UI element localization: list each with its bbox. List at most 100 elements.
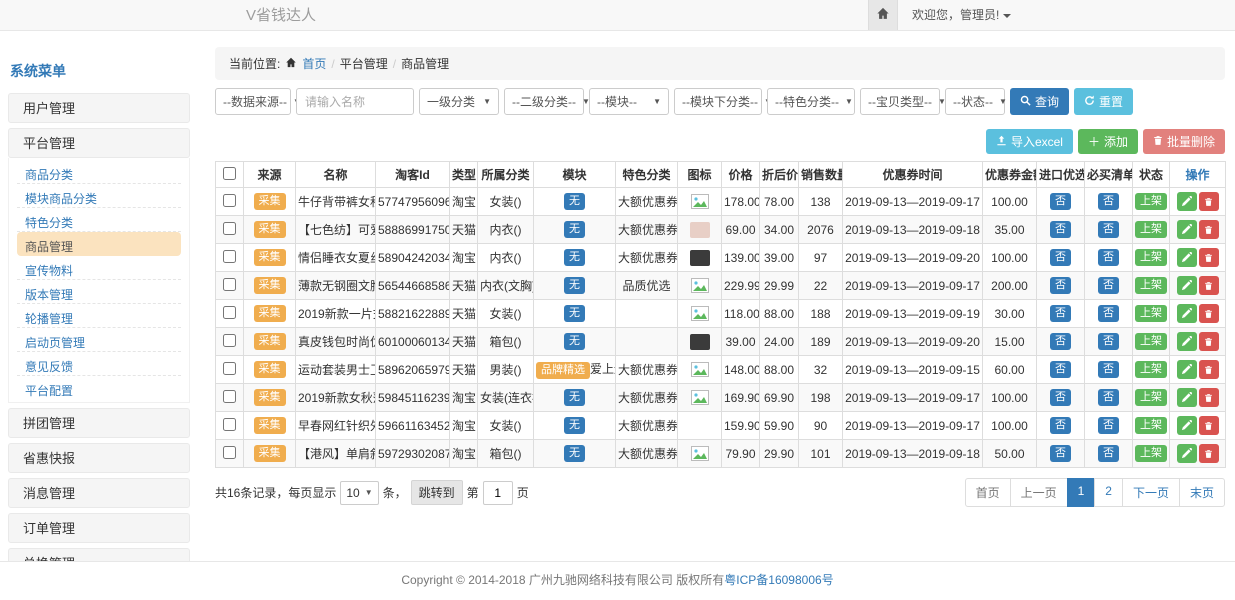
row-checkbox[interactable] [223,362,236,375]
data-source-filter-select[interactable]: --数据来源--▼ [215,88,291,115]
feature-cell [616,300,678,328]
add-button[interactable]: ＋ 添加 [1078,129,1138,154]
delete-button[interactable] [1199,416,1219,435]
delete-button[interactable] [1199,248,1219,267]
module-cell: 无 [534,244,616,272]
name-cell: 运动套装男士卫衣初秋... [296,356,376,384]
column-header-状态: 状态 [1133,162,1170,188]
table-row: 采集情侣睡衣女夏丝绸男士...589042420344淘宝内衣()无大额优惠券1… [216,244,1226,272]
module-badge: 无 [564,221,585,238]
delete-button[interactable] [1199,220,1219,239]
import-optional-cell: 否 [1037,188,1085,216]
delete-button[interactable] [1199,360,1219,379]
page-button-2[interactable]: 2 [1094,478,1123,507]
row-checkbox[interactable] [223,194,236,207]
row-checkbox[interactable] [223,222,236,235]
sidebar-item-轮播管理[interactable]: 轮播管理 [17,304,181,328]
sidebar-group-拼团管理[interactable]: 拼团管理 [8,408,190,438]
feature-category-filter-select[interactable]: --特色分类--▼ [767,88,855,115]
delete-button[interactable] [1199,332,1219,351]
row-checkbox[interactable] [223,250,236,263]
page-number-input[interactable] [483,481,513,505]
module-badge: 无 [564,389,585,406]
checkbox-cell [216,412,244,440]
sidebar-item-启动页管理[interactable]: 启动页管理 [17,328,181,352]
sidebar-item-模块商品分类[interactable]: 模块商品分类 [17,184,181,208]
delete-button[interactable] [1199,192,1219,211]
search-button[interactable]: 查询 [1010,88,1069,115]
sidebar-item-版本管理[interactable]: 版本管理 [17,280,181,304]
taoke-id-cell: 597293020870 [376,440,450,468]
row-checkbox[interactable] [223,334,236,347]
icon-cell [678,244,722,272]
icon-cell [678,328,722,356]
edit-button[interactable] [1177,444,1197,463]
sidebar-group-订单管理[interactable]: 订单管理 [8,513,190,543]
page-button-下一页[interactable]: 下一页 [1122,478,1180,507]
discount-price-cell: 59.90 [760,412,799,440]
row-checkbox[interactable] [223,418,236,431]
level2-category-filter-select[interactable]: --二级分类--▼ [504,88,584,115]
edit-button[interactable] [1177,388,1197,407]
module-filter-select[interactable]: --模块--▼ [589,88,669,115]
edit-button[interactable] [1177,304,1197,323]
category-cell: 女装() [478,188,534,216]
edit-button[interactable] [1177,192,1197,211]
delete-button[interactable] [1199,276,1219,295]
breadcrumb-separator: / [393,57,396,71]
sidebar-group-用户管理[interactable]: 用户管理 [8,93,190,123]
user-menu[interactable]: 欢迎您，管理员! [898,0,1025,30]
delete-button[interactable] [1199,444,1219,463]
batch-delete-button[interactable]: 批量删除 [1143,129,1225,154]
edit-button[interactable] [1177,416,1197,435]
sidebar-item-商品分类[interactable]: 商品分类 [17,160,181,184]
checkbox-cell [216,216,244,244]
edit-button[interactable] [1177,360,1197,379]
price-cell: 139.00 [722,244,760,272]
page-button-1[interactable]: 1 [1067,478,1096,507]
page-button-末页[interactable]: 末页 [1179,478,1225,507]
row-checkbox[interactable] [223,390,236,403]
type-cell: 天猫 [450,216,478,244]
jump-button[interactable]: 跳转到 [411,480,463,505]
must-buy-cell: 否 [1085,244,1133,272]
category-cell: 箱包() [478,440,534,468]
page-button-首页[interactable]: 首页 [965,478,1011,507]
level1-category-filter-select[interactable]: 一级分类▼ [419,88,499,115]
icp-link[interactable]: 粤ICP备16098006号 [724,573,833,587]
sidebar-item-意见反馈[interactable]: 意见反馈 [17,352,181,376]
sidebar-item-特色分类[interactable]: 特色分类 [17,208,181,232]
sidebar-item-平台配置[interactable]: 平台配置 [17,376,181,400]
sidebar-submenu: 商品分类模块商品分类特色分类商品管理宣传物料版本管理轮播管理启动页管理意见反馈平… [8,158,190,403]
coupon-amount-cell: 100.00 [983,188,1037,216]
edit-button[interactable] [1177,220,1197,239]
filter-controls: --数据来源--▼ 一级分类▼--二级分类--▼--模块--▼--模块下分类--▼… [215,88,1005,115]
home-button[interactable] [868,0,898,30]
breadcrumb-home-link[interactable]: 首页 [302,55,326,72]
sidebar-group-平台管理[interactable]: 平台管理 [8,128,190,158]
delete-button[interactable] [1199,304,1219,323]
row-checkbox[interactable] [223,278,236,291]
edit-button[interactable] [1177,248,1197,267]
status-filter-select[interactable]: --状态--▼ [945,88,1005,115]
item-type-filter-select[interactable]: --宝贝类型--▼ [860,88,940,115]
row-checkbox[interactable] [223,306,236,319]
page-button-上一页[interactable]: 上一页 [1010,478,1068,507]
delete-button[interactable] [1199,388,1219,407]
import-excel-button[interactable]: 导入excel [986,129,1073,154]
edit-button[interactable] [1177,332,1197,351]
sidebar-group-消息管理[interactable]: 消息管理 [8,478,190,508]
row-checkbox[interactable] [223,446,236,459]
select-all-checkbox[interactable] [223,167,236,180]
category-cell: 内衣() [478,244,534,272]
category-cell: 女装() [478,300,534,328]
sidebar-group-省惠快报[interactable]: 省惠快报 [8,443,190,473]
per-page-select[interactable]: 10▼ [340,481,378,505]
edit-button[interactable] [1177,276,1197,295]
name-filter-input[interactable] [296,88,414,115]
module-subcategory-filter-select[interactable]: --模块下分类--▼ [674,88,762,115]
sidebar-item-商品管理[interactable]: 商品管理 [17,232,181,256]
sidebar-item-宣传物料[interactable]: 宣传物料 [17,256,181,280]
reset-button[interactable]: 重置 [1074,88,1133,115]
column-header-优惠券金额: 优惠券金额 [983,162,1037,188]
